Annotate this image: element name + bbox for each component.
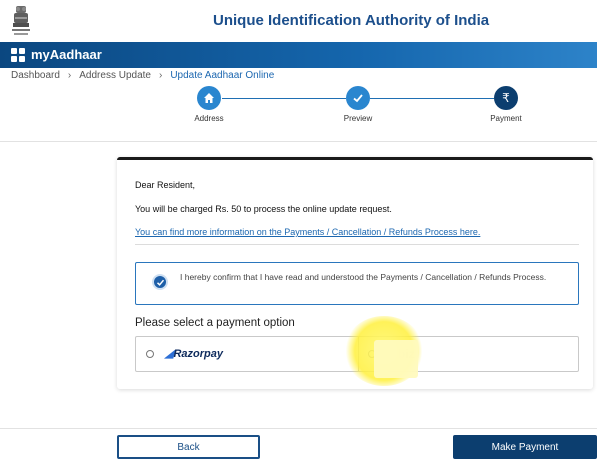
- make-payment-button[interactable]: Make Payment: [453, 435, 597, 459]
- top-header: Unique Identification Authority of India: [0, 0, 597, 42]
- stepper-connector: [370, 98, 494, 99]
- breadcrumb-separator: ›: [158, 70, 163, 81]
- greeting-text: Dear Resident,: [135, 180, 196, 190]
- breadcrumb-current: Update Aadhaar Online: [170, 70, 275, 81]
- breadcrumb: Dashboard › Address Update › Update Aadhaar …: [11, 70, 274, 81]
- rupee-icon: ₹: [502, 91, 510, 105]
- org-title: Unique Identification Authority of India: [213, 12, 490, 29]
- razorpay-radio[interactable]: [146, 350, 154, 358]
- payment-option-title: Please select a payment option: [135, 317, 295, 329]
- confirm-checkbox[interactable]: [152, 274, 168, 290]
- check-icon: [353, 94, 363, 103]
- back-button[interactable]: Back: [117, 435, 260, 459]
- card-divider: [135, 244, 579, 245]
- confirm-text: I hereby confirm that I have read and un…: [180, 272, 547, 282]
- confirm-checkbox-box[interactable]: I hereby confirm that I have read and un…: [135, 262, 579, 305]
- step-address-label: Address: [194, 114, 224, 123]
- step-payment-label: Payment: [490, 114, 522, 123]
- charge-text: You will be charged Rs. 50 to process th…: [135, 204, 392, 214]
- national-emblem-icon: [12, 6, 30, 35]
- stepper-connector: [222, 98, 346, 99]
- divider: [0, 141, 597, 142]
- step-preview-label: Preview: [343, 114, 373, 123]
- cursor-highlight-box: [374, 340, 418, 378]
- refund-info-link[interactable]: You can find more information on the Pay…: [135, 227, 480, 237]
- step-preview-circle: [346, 86, 370, 110]
- progress-stepper: Address Preview ₹ Payment: [0, 84, 597, 128]
- breadcrumb-separator: ›: [67, 70, 72, 81]
- step-payment-circle: ₹: [494, 86, 518, 110]
- footer-divider: [0, 428, 597, 429]
- brand-bar: myAadhaar: [0, 42, 597, 68]
- razorpay-label: Razorpay: [173, 348, 223, 360]
- step-address-circle: [197, 86, 221, 110]
- razorpay-logo[interactable]: ◢Razorpay: [165, 347, 223, 360]
- home-icon: [204, 93, 214, 103]
- brand-name[interactable]: myAadhaar: [31, 47, 102, 62]
- menu-grid-icon[interactable]: [11, 48, 25, 62]
- check-icon: [156, 279, 164, 286]
- breadcrumb-dashboard[interactable]: Dashboard: [11, 70, 60, 81]
- breadcrumb-address-update[interactable]: Address Update: [79, 70, 151, 81]
